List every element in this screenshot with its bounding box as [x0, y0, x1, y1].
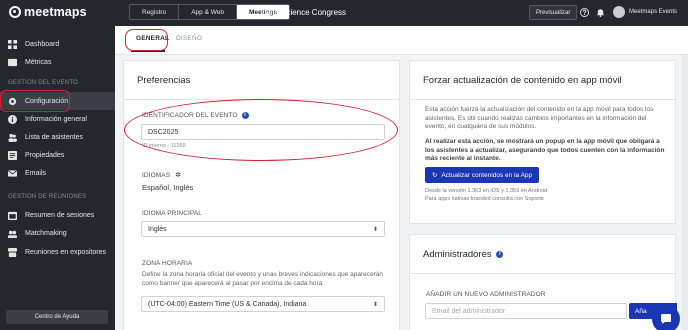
timezone-select[interactable]: (UTC-04:00) Eastern Time (US & Canada), … [141, 296, 385, 312]
brand-logo-icon [9, 6, 21, 18]
sessions-icon [8, 211, 17, 220]
update-app-content-label: Actualizar contenidos en la App [441, 171, 533, 179]
user-name: Meetmaps Events [629, 9, 678, 15]
main-language-label: IDIOMA PRINCIPAL [142, 210, 202, 217]
sidebar: meetmaps Dashboard Métricas GESTION DEL … [0, 0, 115, 330]
admin-email-placeholder: Email del administrador [432, 307, 506, 315]
force-update-warning: Al realizar esta acción, se mostrará un … [425, 138, 665, 162]
languages-label: IDIOMAS ✲ [142, 171, 181, 179]
highlight-configuration [0, 90, 70, 112]
tab-design[interactable]: DISEÑO [176, 35, 202, 42]
version-note: Desde la versión 1.363 en iOS y 1.359 en… [425, 188, 547, 194]
sidebar-item-metrics[interactable]: Métricas [0, 53, 115, 71]
timezone-description: Define la zona horaria oficial del event… [142, 271, 384, 287]
event-name: Data Science Congress [262, 8, 347, 17]
tab-registro[interactable]: Registro [130, 5, 180, 19]
main-language-select[interactable]: Inglés ⬍ [141, 221, 385, 237]
force-update-header: Forzar actualización de contenido en app… [410, 61, 675, 100]
avatar [613, 6, 625, 18]
force-update-description: Esta acción fuerza la actualización del … [425, 106, 654, 130]
chat-icon [661, 314, 671, 324]
sidebar-item-sessions[interactable]: Resumen de sesiones [0, 206, 115, 224]
languages-value: Español, Inglés [142, 183, 194, 192]
sidebar-item-label: Emails [25, 169, 47, 177]
sidebar-item-label: Resumen de sesiones [25, 211, 95, 219]
sidebar-item-label: Reuniones en expositores [25, 248, 106, 256]
refresh-icon: ↻ [432, 172, 438, 179]
sidebar-item-label: Lista de asistentes [25, 133, 83, 141]
preferences-title: Preferencias [137, 75, 191, 86]
user-menu[interactable]: Meetmaps Events [613, 6, 677, 18]
help-icon[interactable] [580, 8, 589, 17]
sidebar-item-dashboard[interactable]: Dashboard [0, 35, 115, 53]
main-language-value: Inglés [148, 225, 167, 233]
dashboard-icon [8, 39, 17, 49]
admins-title-text: Administradores [423, 249, 492, 260]
languages-label-text: IDIOMAS [142, 172, 171, 179]
brand-logo[interactable]: meetmaps [9, 5, 87, 19]
branded-apps-note: Para apps nativas branded consulta con S… [425, 196, 544, 202]
timezone-label: ZONA HORARIA [142, 260, 193, 267]
help-center-button[interactable]: Centro de Ayuda [6, 310, 108, 324]
sidebar-item-label: Matchmaking [25, 229, 67, 237]
sidebar-item-general-info[interactable]: Información general [0, 110, 115, 128]
chevron-updown-icon: ⬍ [372, 227, 378, 233]
gear-icon[interactable]: ✲ [175, 172, 181, 179]
matchmaking-icon [8, 230, 17, 238]
top-bar: Registro App & Web Meetings Data Science… [115, 0, 688, 26]
tab-app-web[interactable]: App & Web [179, 5, 237, 19]
section-event-title: GESTION DEL EVENTO [8, 80, 78, 86]
admins-title: Administradores i [423, 249, 504, 260]
sidebar-item-label: Propiedades [25, 151, 65, 159]
admin-email-input[interactable]: Email del administrador [425, 303, 627, 319]
mail-icon [8, 169, 17, 177]
sidebar-item-matchmaking[interactable]: Matchmaking [0, 224, 115, 242]
highlight-general-tab [125, 29, 168, 51]
force-update-card: Forzar actualización de contenido en app… [409, 60, 676, 224]
bell-icon[interactable] [596, 8, 605, 17]
force-update-title: Forzar actualización de contenido en app… [423, 75, 622, 86]
highlight-event-identifier [124, 99, 398, 161]
sidebar-item-attendees[interactable]: Lista de asistentes [0, 128, 115, 146]
admins-header: Administradores i [410, 235, 675, 274]
exhibitor-icon [8, 247, 17, 257]
users-icon [8, 133, 17, 142]
section-meetings-title: GESTION DE REUNIONES [8, 194, 87, 200]
preferences-header: Preferencias [124, 61, 399, 100]
timezone-value: (UTC-04:00) Eastern Time (US & Canada), … [148, 300, 307, 308]
sub-tabs: GENERAL DISEÑO [115, 26, 688, 55]
properties-icon [8, 150, 17, 160]
sidebar-item-label: Información general [25, 115, 87, 123]
chevron-updown-icon: ⬍ [372, 302, 378, 308]
sidebar-item-label: Métricas [25, 58, 52, 66]
scrollbar[interactable] [682, 55, 688, 330]
info-icon[interactable]: i [496, 250, 504, 258]
sidebar-item-label: Dashboard [25, 40, 60, 48]
admins-card: Administradores i AÑADIR UN NUEVO ADMINI… [409, 234, 677, 330]
update-app-content-button[interactable]: ↻ Actualizar contenidos en la App [425, 167, 540, 183]
sidebar-item-exhibitor-meetings[interactable]: Reuniones en expositores [0, 243, 115, 261]
info-icon [8, 114, 17, 124]
add-admin-label: AÑADIR UN NUEVO ADMINISTRADOR [426, 291, 546, 298]
sidebar-item-properties[interactable]: Propiedades [0, 146, 115, 164]
sidebar-item-emails[interactable]: Emails [0, 164, 115, 182]
brand-name: meetmaps [24, 5, 87, 19]
metrics-icon [8, 58, 17, 66]
preview-button[interactable]: Previsualizar [529, 5, 578, 20]
chat-support-button[interactable] [652, 305, 680, 330]
